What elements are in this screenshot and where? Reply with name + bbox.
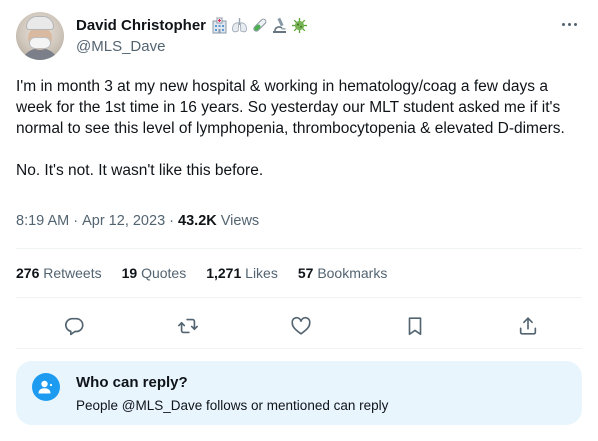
divider [16,248,582,249]
who-can-reply-box: Who can reply? People @MLS_Dave follows … [16,361,582,425]
tweet-header: David Christopher @MLS_Dave [16,12,582,62]
stat-count: 276 [16,265,40,281]
tweet-date[interactable]: Apr 12, 2023 [82,213,165,229]
user-icon [32,373,60,401]
name-emojis [210,16,308,34]
like-icon[interactable] [289,308,313,344]
meta-separator: · [69,213,83,229]
stat-count: 1,271 [206,265,242,281]
stat-label: Likes [245,265,278,281]
engagement-stats: 276 Retweets 19 Quotes 1,271 Likes 57 Bo… [16,265,387,281]
stat-count: 57 [297,265,314,281]
tweet-paragraph: I'm in month 3 at my new hospital & work… [16,78,565,137]
stat-label: Bookmarks [317,265,388,281]
who-can-reply-subtitle: People @MLS_Dave follows or mentioned ca… [76,398,389,413]
stat-bookmarks[interactable]: 57 Bookmarks [298,265,388,281]
action-bar [16,308,582,344]
share-icon[interactable] [516,308,540,344]
stat-count: 19 [121,265,138,281]
lungs-icon [230,16,248,34]
tweet-time[interactable]: 8:19 AM [16,213,69,229]
hospital-icon [210,16,228,34]
stat-label: Quotes [141,265,187,281]
virus-icon [290,16,308,34]
divider [16,348,582,349]
views-count[interactable]: 43.2K [178,213,217,229]
tweet-text: I'm in month 3 at my new hospital & work… [16,76,586,181]
tweet-meta: 8:19 AM · Apr 12, 2023 · 43.2K Views [16,213,259,229]
avatar[interactable] [16,12,64,60]
stat-retweets[interactable]: 276 Retweets [16,265,102,281]
tweet-paragraph: No. It's not. It wasn't like this before… [16,162,264,179]
author-handle[interactable]: @MLS_Dave [76,38,165,55]
reply-icon[interactable] [62,308,86,344]
meta-separator: · [165,213,179,229]
stat-likes[interactable]: 1,271 Likes [206,265,278,281]
microscope-icon [270,16,288,34]
author-display-name[interactable]: David Christopher [76,17,206,34]
more-options-icon[interactable] [558,16,580,32]
who-can-reply-title: Who can reply? [76,374,188,391]
stat-quotes[interactable]: 19 Quotes [122,265,187,281]
test-tube-icon [250,16,268,34]
divider [16,297,582,298]
bookmark-icon[interactable] [403,308,427,344]
retweet-icon[interactable] [176,308,200,344]
author-name-row[interactable]: David Christopher [76,14,308,36]
views-label: Views [216,213,260,229]
stat-label: Retweets [43,265,102,281]
